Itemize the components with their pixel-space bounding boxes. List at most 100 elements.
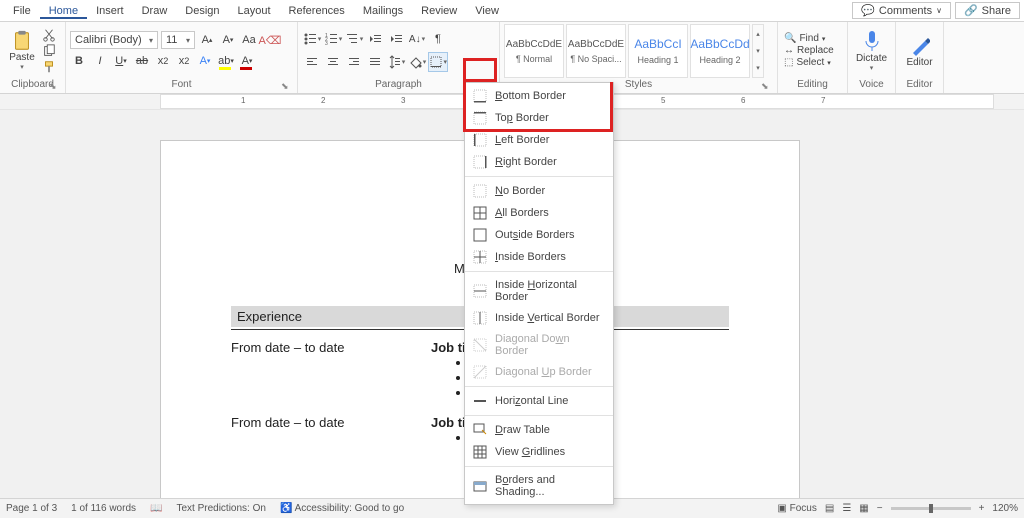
shading-button[interactable] [407, 52, 427, 72]
menu-inside-horizontal-border[interactable]: Inside Horizontal BorderInside Horizonta… [465, 275, 613, 307]
menu-diagonal-down-border: Diagonal Down BorderDiagonal Down Border [465, 329, 613, 361]
view-read-mode[interactable]: ☰ [842, 503, 851, 514]
share-button[interactable]: 🔗 Share [955, 2, 1020, 19]
zoom-thumb[interactable] [929, 504, 933, 513]
voice-group-label: Voice [859, 79, 883, 90]
clipboard-dialog-launcher[interactable]: ⬊ [49, 81, 59, 91]
view-print-layout[interactable]: ▤ [825, 503, 834, 514]
copy-icon[interactable] [42, 44, 56, 58]
multilevel-list-button[interactable] [344, 29, 364, 49]
subscript-button[interactable]: x2 [154, 52, 172, 70]
menu-references[interactable]: References [280, 3, 354, 19]
font-dialog-launcher[interactable]: ⬊ [281, 81, 291, 91]
italic-button[interactable]: I [91, 52, 109, 70]
style-no-spacing[interactable]: AaBbCcDdE¶ No Spaci... [566, 24, 626, 78]
borders-button[interactable] [428, 52, 448, 72]
clear-formatting-button[interactable]: A⌫ [261, 31, 279, 49]
paste-button[interactable]: Paste ▾ [4, 30, 40, 71]
line-spacing-button[interactable] [386, 52, 406, 72]
replace-button[interactable]: ↔Replace [782, 45, 836, 56]
align-center-icon [326, 55, 340, 69]
decrease-indent-button[interactable] [365, 29, 385, 49]
show-marks-button[interactable]: ¶ [428, 29, 448, 49]
menu-view[interactable]: View [466, 3, 508, 19]
styles-more-button[interactable]: ▴▾▾ [752, 24, 764, 78]
menu-inside-vertical-border[interactable]: Inside Vertical BorderInside Vertical Bo… [465, 307, 613, 329]
menu-draw-table[interactable]: Draw TableDraw Table [465, 419, 613, 441]
menu-file[interactable]: File [4, 3, 40, 19]
highlight-button[interactable]: ab▾ [217, 52, 235, 70]
increase-indent-button[interactable] [386, 29, 406, 49]
style-heading-2[interactable]: AaBbCcDdHeading 2 [690, 24, 750, 78]
find-button[interactable]: 🔍Find▾ [782, 33, 836, 44]
font-name-combo[interactable]: Calibri (Body)▾ [70, 31, 158, 49]
style-heading-1[interactable]: AaBbCcIHeading 1 [628, 24, 688, 78]
font-size-combo[interactable]: 11▾ [161, 31, 195, 49]
strikethrough-button[interactable]: ab [133, 52, 151, 70]
select-button[interactable]: ⬚Select▾ [782, 57, 836, 68]
style-preview: AaBbCcDd [690, 37, 749, 51]
align-left-button[interactable] [302, 52, 322, 72]
menu-home[interactable]: Home [40, 3, 87, 19]
zoom-value[interactable]: 120% [992, 503, 1018, 514]
menu-borders-and-shading[interactable]: Borders and Shading...Borders and Shadin… [465, 470, 613, 502]
diagonal-up-icon [473, 365, 487, 379]
format-painter-icon[interactable] [42, 60, 56, 74]
menu-separator [465, 386, 613, 387]
bold-button[interactable]: B [70, 52, 88, 70]
select-label: Select [796, 57, 824, 68]
menu-all-borders[interactable]: All BordersAll Borders [465, 202, 613, 224]
menu-review[interactable]: Review [412, 3, 466, 19]
text-effects-button[interactable]: A▾ [196, 52, 214, 70]
sort-button[interactable]: A↓ [407, 29, 427, 49]
grow-font-button[interactable]: A▴ [198, 31, 216, 49]
menu-horizontal-line[interactable]: Horizontal LineHorizontal Line [465, 390, 613, 412]
style-name: Heading 1 [637, 55, 678, 65]
date-range: From date – to date [231, 340, 431, 400]
cut-icon[interactable] [42, 28, 56, 42]
status-page[interactable]: Page 1 of 3 [6, 503, 57, 514]
zoom-out-button[interactable]: − [877, 503, 883, 514]
menu-insert[interactable]: Insert [87, 3, 133, 19]
menu-draw[interactable]: Draw [133, 3, 177, 19]
status-words[interactable]: 1 of 116 words [71, 503, 136, 514]
zoom-in-button[interactable]: + [979, 503, 985, 514]
menu-diagonal-up-border: Diagonal Up BorderDiagonal Up Border [465, 361, 613, 383]
zoom-slider[interactable] [891, 507, 971, 510]
menu-view-gridlines[interactable]: View GridlinesView Gridlines [465, 441, 613, 463]
menu-right-border[interactable]: Right BorderRight Border [465, 151, 613, 173]
menu-design[interactable]: Design [176, 3, 228, 19]
numbering-button[interactable]: 123 [323, 29, 343, 49]
menu-inside-borders[interactable]: Inside BordersInside Borders [465, 246, 613, 268]
style-normal[interactable]: AaBbCcDdE¶ Normal [504, 24, 564, 78]
underline-button[interactable]: U▾ [112, 52, 130, 70]
status-spellcheck-icon[interactable]: 📖 [150, 503, 162, 514]
superscript-button[interactable]: x2 [175, 52, 193, 70]
menu-mailings[interactable]: Mailings [354, 3, 412, 19]
menu-layout[interactable]: Layout [229, 3, 280, 19]
menu-left-border[interactable]: Left BorderLeft Border [465, 129, 613, 151]
status-accessibility[interactable]: ♿ Accessibility: Good to go [280, 503, 404, 514]
microphone-icon [862, 29, 882, 53]
ruler-tick: 2 [321, 96, 325, 105]
justify-button[interactable] [365, 52, 385, 72]
menu-outside-borders[interactable]: Outside BordersOutside Borders [465, 224, 613, 246]
align-center-button[interactable] [323, 52, 343, 72]
align-right-button[interactable] [344, 52, 364, 72]
borders-icon [429, 55, 442, 69]
view-web-layout[interactable]: ▦ [859, 503, 868, 514]
style-name: ¶ Normal [516, 54, 552, 64]
font-color-button[interactable]: A▾ [238, 52, 256, 70]
bullets-button[interactable] [302, 29, 322, 49]
status-predictions[interactable]: Text Predictions: On [176, 503, 265, 514]
shrink-font-button[interactable]: A▾ [219, 31, 237, 49]
dictate-button[interactable]: Dictate▾ [852, 29, 891, 72]
font-name-value: Calibri (Body) [75, 34, 142, 46]
menu-no-border[interactable]: No BorderNo Border [465, 180, 613, 202]
styles-dialog-launcher[interactable]: ⬊ [761, 81, 771, 91]
change-case-button[interactable]: Aa [240, 31, 258, 49]
comments-button[interactable]: 💬 Comments ∨ [852, 2, 951, 19]
focus-mode-button[interactable]: ▣ Focus [777, 503, 816, 514]
menu-separator [465, 415, 613, 416]
editor-button[interactable]: Editor [900, 33, 939, 68]
